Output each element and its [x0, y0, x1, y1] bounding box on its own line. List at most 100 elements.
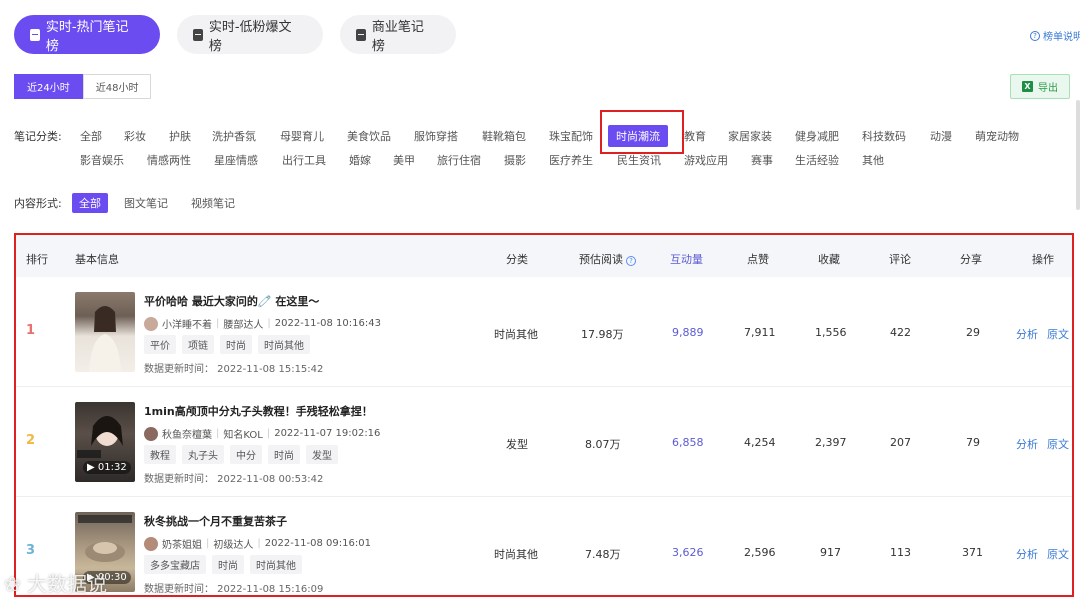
analyze-link[interactable]: 分析 [1016, 436, 1038, 452]
category-item[interactable]: 护肤 [169, 128, 191, 144]
category-item[interactable]: 美食饮品 [347, 128, 391, 144]
category-cell: 发型 [506, 438, 528, 451]
rank-number: 2 [26, 433, 36, 448]
help-link-label: 榜单说明 [1043, 32, 1080, 43]
category-item[interactable]: 全部 [80, 128, 102, 144]
category-item[interactable]: 婚嫁 [349, 152, 371, 168]
analyze-link[interactable]: 分析 [1016, 546, 1038, 562]
source-link[interactable]: 原文 [1047, 546, 1069, 562]
note-author: 秋鱼奈檀葉 | 知名KOL | 2022-11-07 19:02:16 [144, 426, 380, 441]
avatar[interactable] [144, 426, 158, 441]
category-item[interactable]: 萌宠动物 [975, 128, 1019, 144]
tag: 时尚其他 [258, 335, 310, 354]
tag: 教程 [144, 445, 176, 464]
update-time: 数据更新时间： 2022-11-08 15:15:42 [144, 364, 324, 375]
note-thumbnail[interactable] [75, 292, 135, 372]
category-item[interactable]: 彩妆 [124, 128, 146, 144]
category-item[interactable]: 游戏应用 [684, 152, 728, 168]
category-item[interactable]: 鞋靴箱包 [482, 128, 526, 144]
highlight-box [600, 110, 684, 154]
category-item[interactable]: 服饰穿搭 [414, 128, 458, 144]
export-button[interactable]: X 导出 [1010, 74, 1070, 99]
header-likes[interactable]: 点赞 [747, 251, 769, 267]
avatar[interactable] [144, 536, 158, 551]
source-link[interactable]: 原文 [1047, 326, 1069, 342]
update-time: 数据更新时间： 2022-11-08 15:16:09 [144, 584, 324, 595]
interaction-cell[interactable]: 9,889 [672, 326, 704, 339]
table-row: 1 平价哈哈 最近大家问的🧷 在这里～ 小洋睡不着 | 腰部达人 | 2022-… [16, 277, 1072, 387]
category-item[interactable]: 医疗养生 [549, 152, 593, 168]
analyze-link[interactable]: 分析 [1016, 326, 1038, 342]
rank-number: 1 [26, 323, 36, 338]
category-item[interactable]: 其他 [862, 152, 884, 168]
tag: 中分 [230, 445, 262, 464]
comments-cell: 207 [890, 436, 911, 449]
document-icon [30, 28, 40, 41]
likes-cell: 4,254 [744, 436, 776, 449]
category-item[interactable]: 家居家装 [728, 128, 772, 144]
category-item[interactable]: 出行工具 [282, 152, 326, 168]
interaction-cell[interactable]: 6,858 [672, 436, 704, 449]
duration-label: 01:32 [97, 462, 127, 473]
est-read-cell: 8.07万 [585, 438, 621, 451]
author-name[interactable]: 秋鱼奈檀葉 [162, 426, 212, 441]
header-est-read-label: 预估阅读 [579, 253, 623, 266]
range-48h-button[interactable]: 近48小时 [82, 74, 152, 99]
tab-hot-notes[interactable]: 实时-热门笔记榜 [14, 15, 160, 54]
category-item[interactable]: 洗护香氛 [212, 128, 256, 144]
category-item[interactable]: 旅行住宿 [437, 152, 481, 168]
category-item[interactable]: 教育 [684, 128, 706, 144]
note-title[interactable]: 平价哈哈 最近大家问的🧷 在这里～ [144, 293, 319, 309]
tag: 时尚 [268, 445, 300, 464]
note-thumbnail[interactable]: ▶ 01:32 [75, 402, 135, 482]
category-item[interactable]: 赛事 [751, 152, 773, 168]
header-est-read[interactable]: 预估阅读? [579, 251, 636, 267]
tag: 时尚 [212, 555, 244, 574]
publish-time: 2022-11-08 09:16:01 [264, 538, 371, 549]
watermark: ❀ 大数据说 [4, 572, 108, 596]
tag: 时尚其他 [250, 555, 302, 574]
source-link[interactable]: 原文 [1047, 436, 1069, 452]
author-name[interactable]: 小洋睡不着 [162, 316, 212, 331]
question-icon: ? [1030, 30, 1040, 41]
question-icon[interactable]: ? [626, 256, 636, 266]
tab-low-fan-hits[interactable]: 实时-低粉爆文榜 [177, 15, 323, 54]
header-favorites[interactable]: 收藏 [818, 251, 840, 267]
est-read-cell: 7.48万 [585, 548, 621, 561]
category-item[interactable]: 摄影 [504, 152, 526, 168]
ranking-table: 排行 基本信息 分类 预估阅读? 互动量 点赞 收藏 评论 分享 操作 1 平价… [14, 233, 1074, 597]
ranking-help-link[interactable]: ? 榜单说明 [1030, 28, 1080, 43]
avatar[interactable] [144, 316, 158, 331]
category-item[interactable]: 珠宝配饰 [549, 128, 593, 144]
header-interaction[interactable]: 互动量 [670, 251, 703, 267]
form-option-all[interactable]: 全部 [72, 193, 108, 213]
header-comments[interactable]: 评论 [889, 251, 911, 267]
note-title[interactable]: 1min高颅顶中分丸子头教程！手残轻松拿捏！ [144, 403, 373, 419]
note-tags: 平价 项链 时尚 时尚其他 [144, 335, 310, 354]
author-level: 知名KOL [223, 430, 263, 441]
category-item[interactable]: 科技数码 [862, 128, 906, 144]
category-item[interactable]: 生活经验 [795, 152, 839, 168]
header-info: 基本信息 [75, 253, 119, 266]
tab-label: 实时-低粉爆文榜 [208, 19, 292, 54]
form-option-video[interactable]: 视频笔记 [191, 195, 235, 211]
category-item[interactable]: 民生资讯 [617, 152, 661, 168]
category-item[interactable]: 情感两性 [147, 152, 191, 168]
tab-commercial-notes[interactable]: 商业笔记榜 [340, 15, 456, 54]
note-title[interactable]: 秋冬挑战一个月不重复苦茶子 [144, 513, 287, 529]
tab-label: 商业笔记榜 [371, 19, 424, 54]
category-item[interactable]: 星座情感 [214, 152, 258, 168]
form-option-image[interactable]: 图文笔记 [124, 195, 168, 211]
excel-icon: X [1022, 81, 1033, 92]
category-item[interactable]: 影音娱乐 [80, 152, 124, 168]
header-shares[interactable]: 分享 [960, 251, 982, 267]
interaction-cell[interactable]: 3,626 [672, 546, 704, 559]
author-name[interactable]: 奶茶姐姐 [162, 536, 202, 551]
category-item[interactable]: 美甲 [393, 152, 415, 168]
scrollbar[interactable] [1076, 100, 1080, 210]
favorites-cell: 1,556 [815, 326, 847, 339]
range-24h-button[interactable]: 近24小时 [14, 74, 83, 99]
category-item[interactable]: 健身减肥 [795, 128, 839, 144]
category-item[interactable]: 母婴育儿 [280, 128, 324, 144]
category-item[interactable]: 动漫 [930, 128, 952, 144]
